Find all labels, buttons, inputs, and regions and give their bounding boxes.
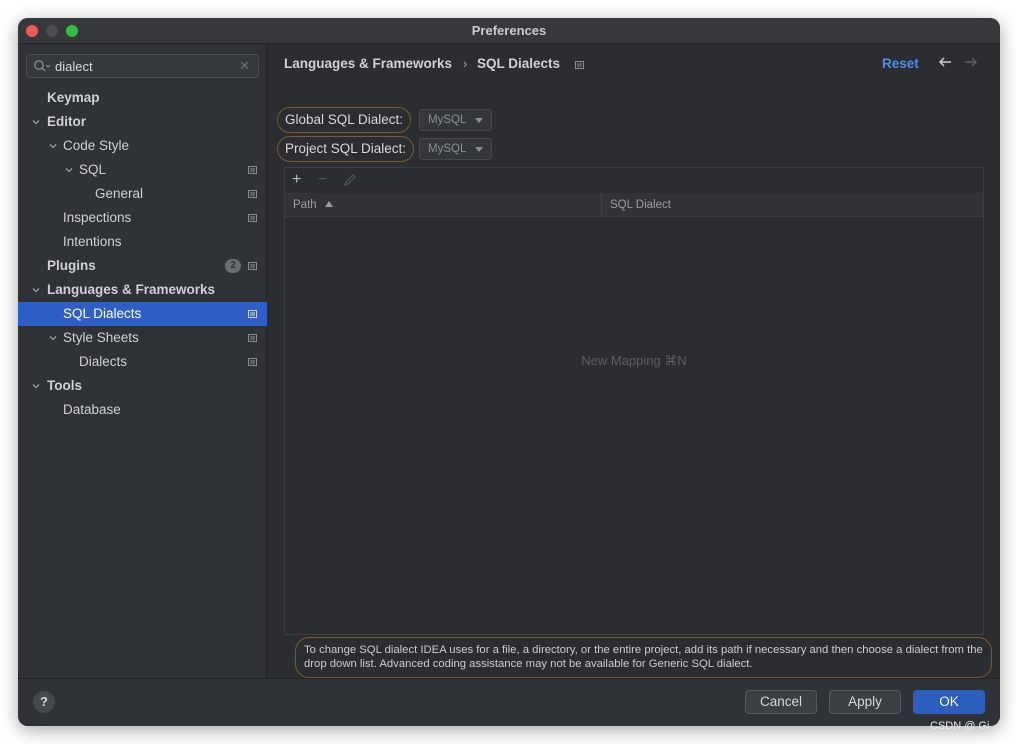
tree-item-code-style[interactable]: Code Style xyxy=(18,134,267,158)
table-toolbar: + − xyxy=(285,168,983,193)
global-dialect-select[interactable]: MySQL xyxy=(419,109,492,131)
clear-search-icon[interactable]: ✕ xyxy=(239,58,250,74)
tree-item-inspections[interactable]: Inspections xyxy=(18,206,267,230)
column-divider[interactable] xyxy=(601,193,602,217)
table-header: Path SQL Dialect xyxy=(285,193,983,217)
breadcrumb-current: SQL Dialects xyxy=(477,56,561,71)
tree-item-languages-frameworks[interactable]: Languages & Frameworks xyxy=(18,278,267,302)
chevron-down-icon[interactable] xyxy=(49,334,57,342)
cancel-button[interactable]: Cancel xyxy=(745,690,817,714)
tree-item-label: General xyxy=(95,186,144,201)
window-title: Preferences xyxy=(471,23,547,38)
column-header-path[interactable]: Path xyxy=(293,193,317,217)
tree-item-label: Intentions xyxy=(63,234,122,249)
ok-button[interactable]: OK xyxy=(913,690,985,714)
apply-button[interactable]: Apply xyxy=(829,690,901,714)
tree-item-style-sheets[interactable]: Style Sheets xyxy=(18,326,267,350)
column-header-sql-dialect[interactable]: SQL Dialect xyxy=(610,193,671,217)
breadcrumb-parent[interactable]: Languages & Frameworks xyxy=(284,56,452,71)
plugins-count-badge: 2 xyxy=(225,259,241,273)
search-icon xyxy=(33,59,51,73)
tree-item-keymap[interactable]: Keymap xyxy=(18,86,267,110)
title-bar: Preferences xyxy=(18,18,1000,44)
breadcrumb: Languages & Frameworks › SQL Dialects Re… xyxy=(267,44,1000,80)
global-dialect-value: MySQL xyxy=(428,114,467,126)
dropdown-arrow-icon xyxy=(475,118,483,123)
tree-item-tools[interactable]: Tools xyxy=(18,374,267,398)
preferences-window: Preferences ✕ Keymap Editor xyxy=(18,18,1000,726)
tree-item-plugins[interactable]: Plugins 2 xyxy=(18,254,267,278)
project-scope-icon xyxy=(248,334,257,342)
chevron-down-icon[interactable] xyxy=(32,382,40,390)
tree-item-database[interactable]: Database xyxy=(18,398,267,422)
add-mapping-button[interactable]: + xyxy=(292,172,301,188)
project-dialect-label: Project SQL Dialect: xyxy=(277,136,415,162)
tree-item-label: Dialects xyxy=(79,354,128,369)
remove-mapping-button[interactable]: − xyxy=(318,172,327,188)
tree-item-sql[interactable]: SQL xyxy=(18,158,267,182)
watermark: CSDN @ Gi xyxy=(930,720,990,732)
dialog-footer: ? Cancel Apply OK xyxy=(18,678,1000,726)
project-scope-icon xyxy=(248,166,257,174)
project-scope-icon xyxy=(248,310,257,318)
tree-item-label: SQL Dialects xyxy=(63,306,142,321)
project-scope-icon xyxy=(248,262,257,270)
breadcrumb-separator: › xyxy=(463,56,468,71)
tree-item-dialects[interactable]: Dialects xyxy=(18,350,267,374)
help-hint-text: To change SQL dialect IDEA uses for a fi… xyxy=(295,637,992,678)
tree-item-label: Inspections xyxy=(63,210,132,225)
help-button[interactable]: ? xyxy=(33,691,55,713)
empty-table-message[interactable]: New Mapping ⌘N xyxy=(285,353,983,369)
settings-search[interactable]: ✕ xyxy=(26,54,259,78)
project-dialect-value: MySQL xyxy=(428,143,467,155)
dropdown-arrow-icon xyxy=(475,147,483,152)
tree-item-label: Code Style xyxy=(63,138,130,153)
sort-ascending-icon xyxy=(325,201,333,207)
tree-item-label: SQL xyxy=(79,162,107,177)
settings-content: Languages & Frameworks › SQL Dialects Re… xyxy=(267,44,1000,678)
reset-link[interactable]: Reset xyxy=(882,56,919,71)
global-dialect-label: Global SQL Dialect: xyxy=(277,107,412,133)
arrow-back-icon[interactable] xyxy=(937,54,953,70)
project-scope-icon xyxy=(575,61,584,69)
edit-pencil-icon[interactable] xyxy=(343,173,357,187)
project-scope-icon xyxy=(248,190,257,198)
chevron-down-icon[interactable] xyxy=(49,142,57,150)
chevron-down-icon[interactable] xyxy=(32,286,40,294)
tree-item-label: Editor xyxy=(47,114,86,129)
tree-item-label: Keymap xyxy=(47,90,100,105)
dialect-mappings-table: + − Path SQL Dialect New Mapping ⌘N xyxy=(284,167,984,635)
settings-sidebar: ✕ Keymap Editor Code Style SQL General xyxy=(18,44,267,678)
project-dialect-select[interactable]: MySQL xyxy=(419,138,492,160)
arrow-forward-icon[interactable] xyxy=(963,54,979,70)
tree-item-label: Languages & Frameworks xyxy=(47,282,216,297)
tree-item-label: Style Sheets xyxy=(63,330,139,345)
tree-item-label: Plugins xyxy=(47,258,96,273)
tree-item-general[interactable]: General xyxy=(18,182,267,206)
chevron-down-icon[interactable] xyxy=(32,118,40,126)
tree-item-label: Database xyxy=(63,402,121,417)
project-scope-icon xyxy=(248,358,257,366)
settings-tree: Keymap Editor Code Style SQL General Ins… xyxy=(18,86,267,422)
project-scope-icon xyxy=(248,214,257,222)
tree-item-label: Tools xyxy=(47,378,82,393)
search-input[interactable] xyxy=(55,57,235,75)
tree-item-editor[interactable]: Editor xyxy=(18,110,267,134)
tree-item-sql-dialects[interactable]: SQL Dialects xyxy=(18,302,267,326)
tree-item-intentions[interactable]: Intentions xyxy=(18,230,267,254)
chevron-down-icon[interactable] xyxy=(65,166,73,174)
